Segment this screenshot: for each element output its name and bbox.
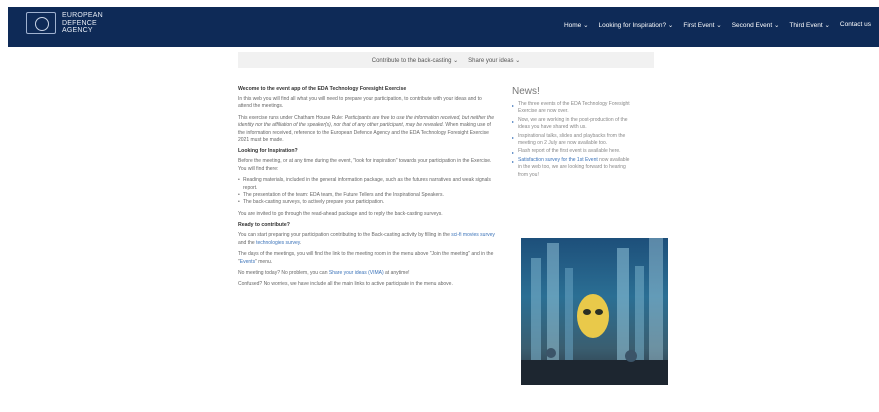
ready-text-c: . [299,239,302,246]
eda-emblem-icon [26,12,56,35]
nav-contact-us[interactable]: Contact us [840,21,871,29]
news-sidebar: News! The three events of the EDA Techno… [512,86,630,180]
subnav-share-ideas[interactable]: Share your ideas ⌄ [468,57,520,64]
no-meeting-paragraph: No meeting today? No problem, you can Sh… [238,270,496,277]
subnav-contribute-backcasting[interactable]: Contribute to the back-casting ⌄ [372,57,458,64]
eda-logo[interactable]: EUROPEAN DEFENCE AGENCY [26,12,103,35]
ready-text-b: and the [238,239,255,246]
city-artwork-icon [521,238,668,385]
flash-report-link[interactable]: Flash report of the first event is avail… [512,148,630,157]
ready-text-a: You can start preparing your participati… [238,232,450,239]
nav-home[interactable]: Home ⌄ [564,21,589,29]
nav-first-event[interactable]: First Event ⌄ [683,21,721,29]
secondary-nav: Contribute to the back-casting ⌄ Share y… [238,52,654,68]
confused-text: Confused? No worries, we have include al… [238,281,453,288]
looking-heading: Looking for Inspiration? [238,148,298,155]
futuristic-city-image [521,238,668,385]
rule-text: This exercise runs under Chatham House R… [238,114,344,121]
news-item: Inspirational talks, slides and playback… [512,133,630,148]
logo-line-1: EUROPEAN [62,12,103,19]
looking-text: Before the meeting, or at any time durin… [238,158,492,172]
list-item: The back-casting surveys, to actively pr… [238,199,496,207]
invited-text: You are invited to go through the read-a… [238,210,443,217]
events-link[interactable]: Events [240,259,255,265]
nomeet-text-a: No meeting today? No problem, you can [238,269,328,276]
technologies-survey-link[interactable]: technologies survey [256,240,300,246]
nav-third-event[interactable]: Third Event ⌄ [789,21,830,29]
meeting-days-paragraph: The days of the meetings, you will find … [238,251,496,266]
days-text-a: The days of the meetings, you will find … [238,251,494,265]
logo-text: EUROPEAN DEFENCE AGENCY [62,12,103,35]
nav-second-event[interactable]: Second Event ⌄ [732,21,780,29]
nomeet-text-b: at anytime! [385,269,410,276]
logo-line-3: AGENCY [62,27,93,34]
ready-paragraph: You can start preparing your participati… [238,232,496,247]
scifi-survey-link[interactable]: sci-fi movies survey [451,232,495,238]
chatham-rule-paragraph: This exercise runs under Chatham House R… [238,115,496,145]
list-item: Reading materials, included in the gener… [238,177,496,192]
intro-text: In this web you will find all what you w… [238,96,482,110]
main-nav: Home ⌄ Looking for Inspiration? ⌄ First … [564,21,871,29]
news-title: News! [512,86,540,97]
main-content: Wecome to the event app of the EDA Techn… [238,86,496,293]
logo-line-2: DEFENCE [62,19,97,27]
news-item: The three events of the EDA Technology F… [512,101,630,116]
ready-heading: Ready to contribute? [238,222,290,229]
nav-looking-for-inspiration[interactable]: Looking for Inspiration? ⌄ [599,21,674,29]
satisfaction-survey-link[interactable]: Satisfaction survey for the 1st Event [518,157,598,163]
share-ideas-link[interactable]: Share your ideas (VIMA) [329,270,384,276]
days-text-b: " menu. [255,258,273,265]
news-item-satisfaction: Satisfaction survey for the 1st Event no… [512,157,630,179]
site-header: EUROPEAN DEFENCE AGENCY Home ⌄ Looking f… [8,7,879,47]
inspiration-list: Reading materials, included in the gener… [238,177,496,207]
news-item: Now, we are working in the post-producti… [512,117,630,132]
list-item: The presentation of the team: EDA team, … [238,192,496,200]
welcome-heading: Wecome to the event app of the EDA Techn… [238,86,407,92]
